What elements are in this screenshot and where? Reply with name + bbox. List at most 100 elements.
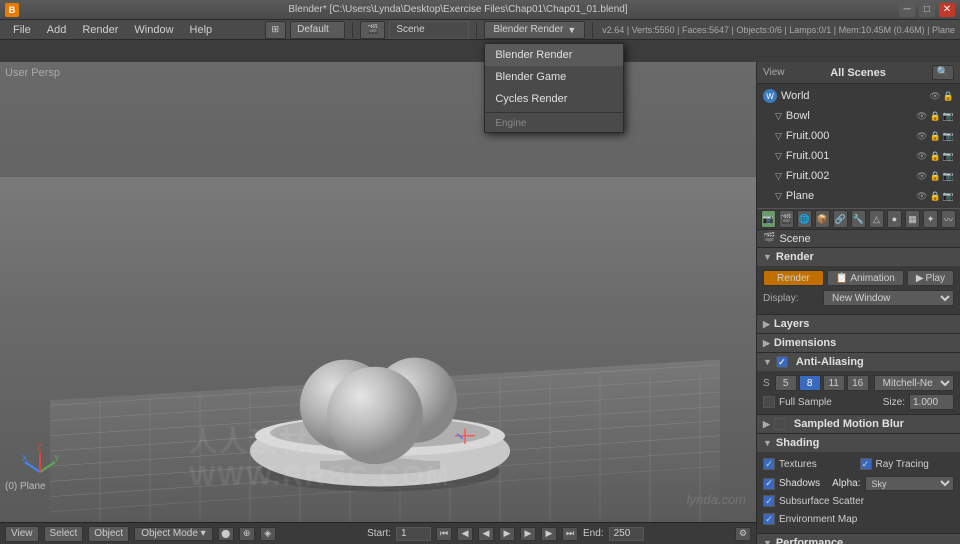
physics-icon[interactable]: 〰 [941,210,956,228]
fruit002-render-icon[interactable]: 📷 [943,171,954,182]
world-props-icon[interactable]: 🌐 [797,210,812,228]
outliner-item-fruit000[interactable]: ▽ Fruit.000 👁 🔒 📷 [769,126,960,146]
menu-help[interactable]: Help [182,22,221,38]
object-button[interactable]: Object [88,526,129,542]
bowl-eye-icon[interactable]: 👁 [916,111,927,122]
aa-num-8[interactable]: 8 [799,375,821,391]
toolbar-sep1 [352,22,353,38]
outliner-search-btn[interactable]: 🔍 [932,65,954,80]
outliner-item-fruit001[interactable]: ▽ Fruit.001 👁 🔒 📷 [769,146,960,166]
plane-eye-icon[interactable]: 👁 [916,191,927,202]
aa-section-header[interactable]: ▼ ✓ Anti-Aliasing [757,353,960,371]
motion-blur-checkbox[interactable] [774,418,786,430]
shading-section-header[interactable]: ▼ Shading [757,434,960,452]
particles-icon[interactable]: ✦ [923,210,938,228]
full-sample-checkbox[interactable] [763,396,775,408]
scene-btn[interactable]: 🎬 [360,21,385,39]
aa-num-5[interactable]: 5 [775,375,797,391]
render-props-icon[interactable]: 📷 [761,210,776,228]
fruit000-lock-icon[interactable]: 🔒 [930,131,941,142]
fruit001-lock-icon[interactable]: 🔒 [930,151,941,162]
aa-num-11[interactable]: 11 [823,375,845,391]
engine-dropdown-arrow-icon: ▼ [567,25,576,35]
world-eye-icon[interactable]: 👁 [929,91,940,102]
render-section-header[interactable]: ▼ Render [757,248,960,266]
aa-num-16[interactable]: 16 [847,375,869,391]
motion-blur-header[interactable]: ▶ Sampled Motion Blur [757,415,960,433]
engine-option-cycles-render[interactable]: Cycles Render [485,88,623,110]
bowl-render-icon[interactable]: 📷 [943,111,954,122]
menu-file[interactable]: File [5,22,39,38]
textures-checkbox[interactable]: ✓ [763,458,775,470]
menu-render[interactable]: Render [74,22,126,38]
layers-section-header[interactable]: ▶ Layers [757,315,960,333]
env-map-checkbox[interactable]: ✓ [763,513,775,525]
maximize-button[interactable]: □ [919,3,935,17]
animation-button[interactable]: 📋 Animation [827,270,904,286]
object-props-icon[interactable]: 📦 [815,210,830,228]
shadows-checkbox[interactable]: ✓ [763,478,775,490]
aa-filter-dropdown[interactable]: Mitchell-Netravali [874,375,954,391]
subsurface-checkbox[interactable]: ✓ [763,495,775,507]
world-lock-icon[interactable]: 🔒 [943,91,954,102]
fruit000-render-icon[interactable]: 📷 [943,131,954,142]
aa-checkbox[interactable]: ✓ [776,356,788,368]
plane-label: (0) Plane [5,481,46,492]
next-keyframe-btn[interactable]: ▶ [541,527,557,541]
bowl-controls: 👁 🔒 📷 [916,111,954,122]
outliner-item-world[interactable]: W World 👁 🔒 [757,86,960,106]
close-button[interactable]: ✕ [939,3,955,17]
modifiers-icon[interactable]: 🔧 [851,210,866,228]
layout-mode-btn[interactable]: ⊞ [265,21,287,39]
scene-props-icon[interactable]: 🎬 [779,210,794,228]
object-mode-select[interactable]: Object Mode ▾ [134,527,213,541]
fruit002-lock-icon[interactable]: 🔒 [930,171,941,182]
jump-start-btn[interactable]: ⏮ [436,527,452,541]
end-frame-field[interactable] [609,527,644,541]
dimensions-section-header[interactable]: ▶ Dimensions [757,334,960,352]
data-props-icon[interactable]: △ [869,210,884,228]
jump-end-btn[interactable]: ⏭ [562,527,578,541]
fruit001-eye-icon[interactable]: 👁 [916,151,927,162]
play-back-btn[interactable]: ◀ [478,527,494,541]
performance-section-header[interactable]: ▼ Performance [757,534,960,544]
fruit001-render-icon[interactable]: 📷 [943,151,954,162]
outliner-item-plane[interactable]: ▽ Plane 👁 🔒 📷 [769,186,960,206]
menu-add[interactable]: Add [39,22,75,38]
constraints-icon[interactable]: 🔗 [833,210,848,228]
view-select-btn[interactable]: ⊕ [239,527,255,541]
fruit002-eye-icon[interactable]: 👁 [916,171,927,182]
size-field[interactable] [909,394,954,410]
3d-viewport[interactable]: User Persp [0,62,756,522]
viewport-shading-btn[interactable]: ⬤ [218,527,234,541]
outliner-item-fruit002[interactable]: ▽ Fruit.002 👁 🔒 📷 [769,166,960,186]
view-button[interactable]: View [5,526,39,542]
scene-name[interactable]: Scene [389,21,469,39]
alpha-dropdown[interactable]: Sky [865,476,955,491]
layout-name[interactable]: Default [290,21,345,39]
select-button[interactable]: Select [44,526,84,542]
scene-canvas: User Persp [0,62,756,522]
engine-dropdown-btn[interactable]: Blender Render ▼ [484,21,585,39]
texture-icon[interactable]: ▦ [905,210,920,228]
minimize-button[interactable]: ─ [899,3,915,17]
engine-option-blender-render[interactable]: Blender Render [485,44,623,66]
start-frame-field[interactable] [396,527,431,541]
play-fwd-btn[interactable]: ▶ [520,527,536,541]
display-dropdown[interactable]: New Window [823,290,954,306]
render-button[interactable]: Render [763,270,824,286]
ray-tracing-checkbox[interactable]: ✓ [860,458,872,470]
outliner-item-bowl[interactable]: ▽ Bowl 👁 🔒 📷 [769,106,960,126]
engine-option-blender-game[interactable]: Blender Game [485,66,623,88]
play-btn[interactable]: ▶ [499,527,515,541]
pivot-btn[interactable]: ◈ [260,527,276,541]
material-icon[interactable]: ● [887,210,902,228]
plane-lock-icon[interactable]: 🔒 [930,191,941,202]
prev-keyframe-btn[interactable]: ◀ [457,527,473,541]
fruit000-eye-icon[interactable]: 👁 [916,131,927,142]
bowl-lock-icon[interactable]: 🔒 [930,111,941,122]
plane-render-icon[interactable]: 📷 [943,191,954,202]
menu-window[interactable]: Window [126,22,181,38]
play-button[interactable]: ▶ Play [907,270,954,286]
timeline-menu-btn[interactable]: ⚙ [735,527,751,541]
